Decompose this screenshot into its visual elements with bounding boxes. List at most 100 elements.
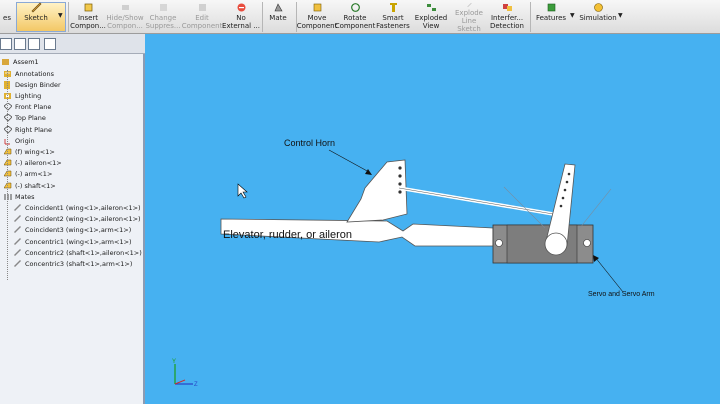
no-external-references-icon (237, 3, 245, 12)
exploded-view-icon (426, 4, 436, 11)
toolbar-item-label: Detection (489, 22, 524, 30)
tree-item[interactable]: Top Plane (4, 113, 46, 124)
interference-detection-button[interactable]: Interfer... Detection (488, 2, 526, 33)
tree-item-label: Mates (15, 192, 35, 201)
control-horn[interactable] (346, 159, 408, 223)
lighting-icon (4, 92, 11, 99)
tree-item-label: Front Plane (15, 103, 52, 112)
tree-item-label: (-) arm<1> (15, 170, 53, 179)
chevron-down-icon[interactable]: ▼ (58, 12, 63, 19)
mate-icon (14, 226, 21, 234)
toolbar-item-label: Hide/Show (106, 14, 144, 22)
tree-item[interactable]: (-) arm<1> (4, 169, 52, 180)
tree-item[interactable]: Coincident2 (wing<1>,aileron<1>) (14, 214, 141, 225)
mate-icon (14, 203, 21, 211)
change-suppression-button[interactable]: Change Suppres... (145, 2, 181, 33)
toolbar-item-label: Explode (455, 9, 483, 17)
tab-configurationmanager[interactable] (28, 38, 40, 50)
toolbar-item-label: Line Sketch (457, 17, 481, 33)
tree-item-label: Design Binder (15, 80, 61, 89)
mate-button[interactable]: Mate (264, 2, 292, 33)
tree-item[interactable]: Concentric2 (shaft<1>,aileron<1>) (14, 247, 142, 258)
servo-mount-hole (495, 239, 503, 247)
features-icon (547, 3, 555, 12)
servo-leader (594, 256, 624, 293)
tree-item[interactable]: Lighting (4, 90, 41, 101)
insert-component-button[interactable]: Insert Compon... (70, 2, 106, 33)
svg-text:Z: Z (194, 382, 198, 388)
toolbar-item-label: Features (535, 14, 567, 22)
hide-show-components-button[interactable]: Hide/Show Compon... (106, 2, 144, 33)
tree-item[interactable]: Coincident3 (wing<1>,arm<1>) (14, 225, 131, 236)
chevron-down-icon[interactable]: ▼ (618, 12, 623, 19)
rotate-component-button[interactable]: Rotate Component (334, 2, 376, 33)
toolbar-item-label: Move (307, 14, 327, 22)
tree-item[interactable]: Right Plane (4, 124, 52, 135)
toolbar-item-label: View (422, 22, 440, 30)
servo-mount-hole (583, 239, 591, 247)
mate-icon (14, 259, 21, 267)
panel-tabs (0, 34, 145, 54)
tree-item[interactable]: Coincident1 (wing<1>,aileron<1>) (14, 202, 141, 213)
sketch-button[interactable]: Sketch (16, 2, 56, 33)
tree-item[interactable]: (f) wing<1> (4, 146, 55, 157)
mate-icon (14, 237, 21, 245)
toolbar-item-label: Rotate (343, 14, 367, 22)
tab-featuremanager[interactable] (0, 38, 12, 50)
tree-item[interactable]: Origin (4, 135, 35, 146)
tree-item[interactable]: Front Plane (4, 102, 51, 113)
tree-item-label: (-) aileron<1> (15, 159, 62, 168)
tree-item[interactable]: Annotations (4, 68, 54, 79)
tree-item-label: Right Plane (15, 125, 53, 134)
tree-item[interactable]: Concentric3 (shaft<1>,arm<1>) (14, 258, 132, 269)
toolbar-item-label: Component (334, 22, 376, 30)
simulation-button[interactable]: Simulation (578, 2, 618, 33)
toolbar-item-label: Fasteners (376, 22, 410, 30)
model-view[interactable]: Y Z (147, 34, 720, 404)
tree-item[interactable]: (-) aileron<1> (4, 158, 62, 169)
chevron-down-icon[interactable]: ▼ (570, 12, 575, 19)
tab-propertymanager[interactable] (14, 38, 26, 50)
mates-icon (4, 193, 12, 200)
app-window: es Sketch ▼ Insert Compon... Hide/Show C… (0, 0, 720, 404)
tree-item[interactable]: Concentric1 (wing<1>,arm<1>) (14, 236, 132, 247)
plane-icon (4, 114, 12, 122)
part-icon (4, 159, 12, 166)
toolbar-item-label: Edit (195, 14, 209, 22)
smart-fasteners-button[interactable]: Smart Fasteners (374, 2, 412, 33)
explode-line-sketch-button[interactable]: Explode Line Sketch (450, 2, 488, 33)
tree-item[interactable]: Design Binder (4, 79, 61, 90)
toolbar-item-label: Interfer... (490, 14, 524, 22)
command-manager-toolbar: es Sketch ▼ Insert Compon... Hide/Show C… (0, 0, 720, 34)
tree-root-label: Assem1 (13, 57, 39, 66)
toolbar-item-label: Compon... (107, 22, 143, 30)
tree-item-label: Concentric3 (shaft<1>,arm<1>) (25, 259, 133, 268)
exploded-view-button[interactable]: Exploded View (412, 2, 450, 33)
elevator-label: Elevator, rudder, or aileron (223, 229, 353, 241)
toolbar-item-label: External ... (222, 22, 260, 30)
toolbar-item-label: Exploded (414, 14, 448, 22)
graphics-area[interactable]: Y Z Control Horn Elevator, rudder, or ai… (147, 34, 720, 404)
tree-item-label: Coincident1 (wing<1>,aileron<1>) (25, 203, 141, 212)
tree-root[interactable]: Assem1 (2, 56, 39, 67)
toolbar-item-features-tab[interactable]: es (0, 2, 14, 33)
toolbar-item-label: Component (296, 22, 338, 30)
toolbar-item-label: Change (149, 14, 177, 22)
part-icon (4, 171, 12, 177)
tree-item[interactable]: (-) shaft<1> (4, 180, 56, 191)
tree-item[interactable]: Mates (4, 191, 35, 202)
no-external-references-button[interactable]: No External ... (222, 2, 260, 33)
features-button[interactable]: Features (532, 2, 570, 33)
plane-icon (4, 125, 12, 134)
mate-icon (14, 248, 21, 256)
toolbar-item-label: Sketch (24, 14, 48, 22)
edit-component-button[interactable]: Edit Component (182, 2, 222, 33)
servo-label: Servo and Servo Arm (588, 291, 655, 298)
plane-icon (4, 103, 12, 111)
part-icon (4, 148, 12, 155)
toolbar-item-label: es (3, 14, 11, 22)
move-component-button[interactable]: Move Component (296, 2, 338, 33)
tree-item-label: Annotations (15, 69, 55, 78)
tab-dimxpert[interactable] (44, 38, 56, 50)
origin-icon (4, 138, 10, 145)
